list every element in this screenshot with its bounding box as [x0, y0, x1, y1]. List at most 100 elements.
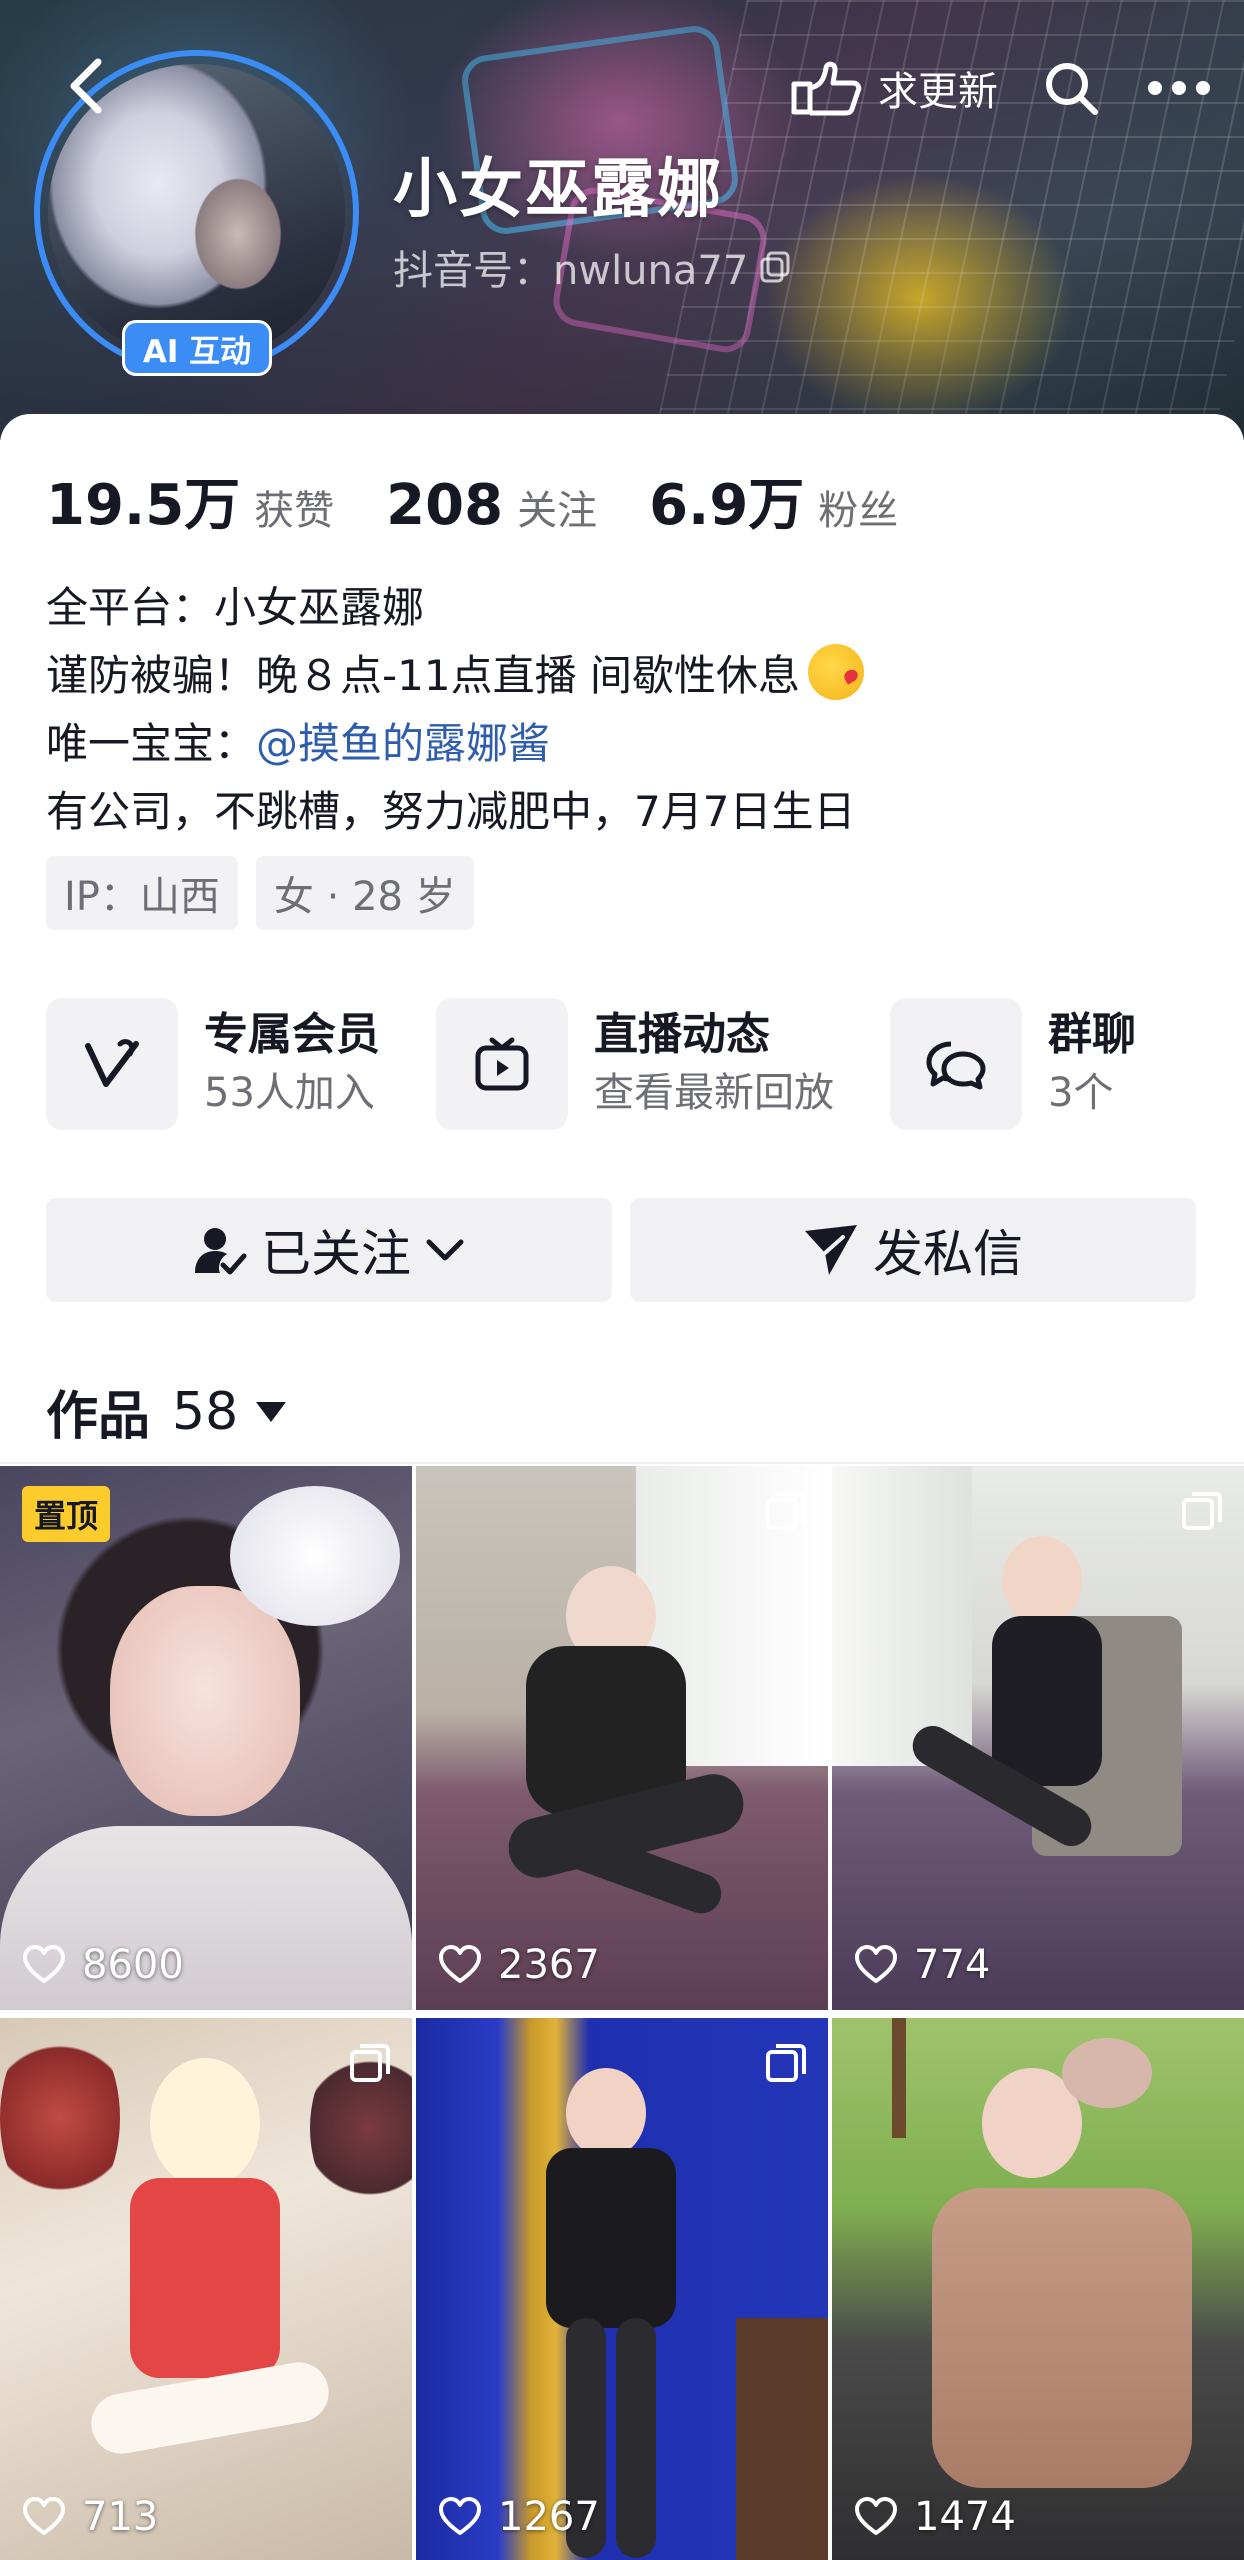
bio: 全平台：小女巫露娜 谨防被骗！晚８点-11点直播 间歇性休息 唯一宝宝：@摸鱼的…: [46, 574, 864, 846]
post-thumbnail-figure: [892, 2018, 906, 2138]
stats-row: 19.5万 获赞 208 关注 6.9万 粉丝: [46, 460, 950, 541]
send-icon: [805, 1225, 857, 1275]
likes-count: 774: [854, 1942, 990, 1988]
post-thumbnail-figure: [150, 2058, 260, 2188]
search-button[interactable]: [1036, 53, 1106, 123]
heart-icon: [439, 2497, 481, 2535]
stat-value: 6.9万: [649, 473, 805, 538]
likes-value: 2367: [498, 1942, 600, 1988]
post-tile[interactable]: 774: [832, 1466, 1244, 2010]
feature-icon-box: [890, 998, 1022, 1130]
likes-count: 1474: [854, 2494, 1016, 2540]
heart-icon: [855, 1945, 897, 1983]
feature-live[interactable]: 直播动态 查看最新回放: [436, 998, 834, 1130]
likes-count: 713: [22, 2494, 158, 2540]
likes-value: 8600: [82, 1942, 184, 1988]
feature-group-chat[interactable]: 群聊 3个: [890, 998, 1136, 1130]
feature-title: 直播动态: [594, 1009, 770, 1060]
feature-icon-box: [436, 998, 568, 1130]
heart-icon: [855, 2497, 897, 2535]
stat-following[interactable]: 208 关注: [386, 473, 597, 538]
bio-line: 全平台：小女巫露娜: [46, 583, 425, 632]
ip-tag: IP：山西: [46, 856, 238, 930]
stat-likes[interactable]: 19.5万 获赞: [46, 460, 334, 541]
post-tile[interactable]: 2367: [416, 1466, 828, 2010]
stat-label: 获赞: [254, 488, 335, 534]
back-button[interactable]: [56, 56, 116, 116]
ai-interact-badge[interactable]: AI 互动: [122, 320, 272, 376]
works-label: 作品: [46, 1387, 151, 1447]
likes-count: 1267: [438, 2494, 600, 2540]
chevron-down-icon: [426, 1239, 464, 1261]
profile-tags: IP：山西 女 · 28 岁: [46, 856, 474, 930]
profile-name: 小女巫露娜: [393, 153, 723, 227]
request-update-button[interactable]: 求更新: [788, 58, 998, 118]
likes-value: 1267: [498, 2494, 600, 2540]
post-tile[interactable]: 713: [0, 2018, 412, 2560]
gender-age-tag: 女 · 28 岁: [255, 856, 474, 930]
multi-image-icon: [350, 2044, 390, 2082]
douyin-id: 抖音号：nwluna77: [393, 248, 749, 294]
kiss-emoji-icon: [807, 644, 864, 700]
send-message-button[interactable]: 发私信: [630, 1198, 1196, 1302]
chat-bubbles-icon: [926, 1041, 986, 1090]
post-thumbnail-figure: [992, 1616, 1102, 1786]
post-thumbnail-figure: [932, 2188, 1192, 2488]
followed-button[interactable]: 已关注: [46, 1198, 612, 1302]
bio-line: 有公司，不跳槽，努力减肥中，7月7日生日: [46, 787, 856, 836]
send-message-label: 发私信: [873, 1225, 1023, 1283]
post-thumbnail-figure: [616, 2318, 656, 2558]
request-update-label: 求更新: [878, 69, 998, 115]
post-thumbnail-figure: [566, 2068, 646, 2158]
post-thumbnail-figure: [230, 1486, 400, 1626]
works-tab[interactable]: 作品 58: [46, 1374, 287, 1449]
more-dots-icon: [1148, 81, 1210, 95]
bio-text: 谨防被骗！晚８点-11点直播 间歇性休息: [46, 651, 800, 700]
stat-value: 19.5万: [46, 473, 241, 538]
feature-text: 专属会员 53人加入: [204, 1006, 380, 1122]
feature-membership[interactable]: 专属会员 53人加入: [46, 998, 380, 1130]
more-button[interactable]: [1144, 53, 1214, 123]
top-actions: 求更新: [788, 48, 1214, 128]
feature-entries: 专属会员 53人加入 直播动态 查看最新回放 群聊 3个: [46, 998, 1244, 1130]
post-tile[interactable]: 置顶 8600: [0, 1466, 412, 2010]
feature-text: 群聊 3个: [1048, 1006, 1136, 1122]
copy-icon: [760, 251, 790, 283]
heart-icon: [23, 1945, 65, 1983]
feature-title: 群聊: [1048, 1009, 1136, 1060]
feature-title: 专属会员: [204, 1009, 380, 1060]
followed-label: 已关注: [261, 1225, 411, 1283]
caret-down-icon: [256, 1401, 287, 1422]
feature-icon-box: [46, 998, 178, 1130]
douyin-id-row[interactable]: 抖音号：nwluna77: [393, 238, 794, 296]
stat-value: 208: [386, 473, 504, 538]
bio-line: 唯一宝宝：@摸鱼的露娜酱: [46, 710, 864, 778]
feature-subtitle: 3个: [1048, 1070, 1114, 1116]
bio-line: 谨防被骗！晚８点-11点直播 间歇性休息: [46, 642, 864, 710]
bio-text: 唯一宝宝：: [46, 719, 257, 768]
mention-link[interactable]: @摸鱼的露娜酱: [256, 719, 550, 768]
post-thumbnail-figure: [832, 1466, 972, 1766]
likes-count: 8600: [22, 1942, 184, 1988]
tv-play-icon: [475, 1037, 529, 1091]
heart-icon: [23, 2497, 65, 2535]
profile-page: 求更新 AI 互动 小女巫露娜 抖音号：nwluna77 19.5万 获赞 20…: [0, 0, 1244, 2560]
action-buttons: 已关注 发私信: [46, 1198, 1196, 1302]
user-check-icon: [195, 1228, 247, 1275]
post-thumbnail-figure: [546, 2148, 676, 2328]
likes-value: 774: [914, 1942, 991, 1988]
stat-label: 粉丝: [818, 488, 899, 534]
pinned-badge: 置顶: [22, 1486, 111, 1542]
post-tile[interactable]: 1267: [416, 2018, 828, 2560]
stat-followers[interactable]: 6.9万 粉丝: [649, 460, 898, 541]
search-icon: [1046, 63, 1098, 115]
works-count: 58: [172, 1381, 239, 1442]
post-thumbnail-figure: [0, 2018, 120, 2218]
post-tile[interactable]: 1474: [832, 2018, 1244, 2560]
post-thumbnail-figure: [736, 2318, 828, 2560]
post-thumbnail-figure: [1062, 2038, 1152, 2108]
feature-subtitle: 53人加入: [204, 1070, 375, 1116]
hand-request-icon: [791, 61, 862, 116]
heart-icon: [439, 1945, 481, 1983]
post-thumbnail-figure: [110, 1586, 300, 1816]
